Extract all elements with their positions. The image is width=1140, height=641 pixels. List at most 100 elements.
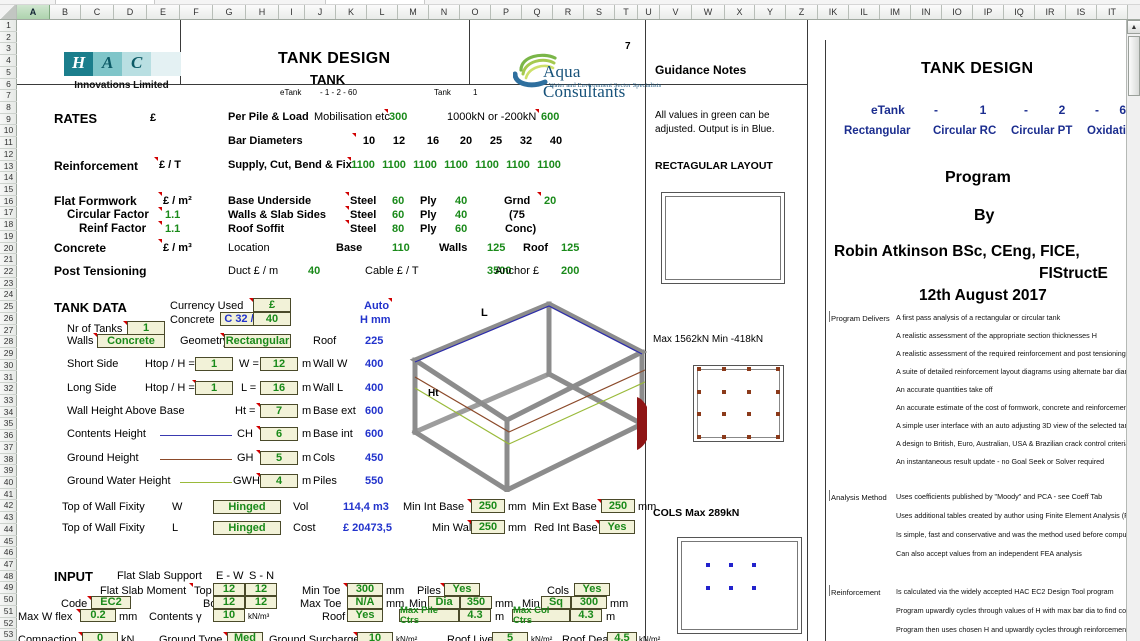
column-header-in[interactable]: IN	[911, 5, 942, 19]
row-header-49[interactable]: 49	[0, 582, 17, 595]
row-header-11[interactable]: 11	[0, 137, 17, 149]
row-header-26[interactable]: 26	[0, 313, 17, 325]
walls-input[interactable]: Concrete	[97, 334, 165, 348]
contents-y-input[interactable]: 10	[213, 609, 245, 622]
scroll-up-arrow-icon[interactable]: ▲	[1127, 20, 1140, 34]
roof-input[interactable]: Yes	[347, 609, 383, 622]
row-header-47[interactable]: 47	[0, 559, 17, 571]
column-header-z[interactable]: Z	[786, 5, 818, 19]
column-header-h[interactable]: H	[246, 5, 279, 19]
row-header-43[interactable]: 43	[0, 512, 17, 524]
ground-height-input[interactable]: 5	[260, 451, 298, 465]
roof-dead-input[interactable]: 4.5	[607, 632, 637, 641]
column-header-s[interactable]: S	[584, 5, 615, 19]
row-header-27[interactable]: 27	[0, 325, 17, 337]
cols-input[interactable]: Yes	[574, 583, 610, 596]
long-side-htop-input[interactable]: 1	[195, 381, 233, 395]
fixity-row1-input[interactable]: Hinged	[213, 500, 281, 514]
row-header-17[interactable]: 17	[0, 207, 17, 220]
row-header-38[interactable]: 38	[0, 454, 17, 466]
column-header-o[interactable]: O	[460, 5, 491, 19]
row-header-41[interactable]: 41	[0, 489, 17, 501]
max-col-ctrs-label-box[interactable]: Max Col Ctrs	[512, 606, 570, 625]
row-header-51[interactable]: 51	[0, 606, 17, 618]
column-header-w[interactable]: W	[692, 5, 725, 19]
scrollbar-thumb[interactable]	[1128, 36, 1140, 96]
max-w-flex-input[interactable]: 0.2	[80, 609, 116, 622]
min-wall-input[interactable]: 250	[471, 520, 505, 534]
column-header-r[interactable]: R	[553, 5, 584, 19]
row-header-13[interactable]: 13	[0, 161, 17, 173]
row-header-44[interactable]: 44	[0, 524, 17, 536]
red-int-base-input[interactable]: Yes	[599, 520, 635, 534]
row-header-25[interactable]: 25	[0, 301, 17, 313]
column-header-is[interactable]: IS	[1066, 5, 1097, 19]
column-header-v[interactable]: V	[660, 5, 692, 19]
contents-height-input[interactable]: 6	[260, 427, 298, 441]
row-header-53[interactable]: 53	[0, 629, 17, 641]
roof-live-input[interactable]: 5	[492, 632, 528, 641]
max-toe-input[interactable]: N/A	[347, 596, 383, 609]
fixity-row2-input[interactable]: Hinged	[213, 521, 281, 535]
column-header-k[interactable]: K	[336, 5, 367, 19]
row-header-33[interactable]: 33	[0, 395, 17, 407]
ground-type-input[interactable]: Med	[227, 632, 263, 641]
row-header-30[interactable]: 30	[0, 360, 17, 372]
wall-height-input[interactable]: 7	[260, 404, 298, 418]
row-header-36[interactable]: 36	[0, 430, 17, 442]
row-header-32[interactable]: 32	[0, 383, 17, 395]
row-header-7[interactable]: 7	[0, 90, 17, 102]
row-header-9[interactable]: 9	[0, 114, 17, 126]
column-header-c[interactable]: C	[81, 5, 114, 19]
max-pile-ctrs-label-box[interactable]: Max Pile Ctrs	[399, 606, 459, 625]
currency-used-input[interactable]: £	[253, 298, 291, 312]
long-side-l-input[interactable]: 16	[260, 381, 298, 395]
column-header-g[interactable]: G	[213, 5, 246, 19]
row-header-28[interactable]: 28	[0, 336, 17, 349]
row-header-42[interactable]: 42	[0, 500, 17, 513]
column-header-p[interactable]: P	[491, 5, 522, 19]
row-header-8[interactable]: 8	[0, 102, 17, 114]
vertical-scrollbar[interactable]: ▲	[1126, 20, 1140, 641]
row-header-29[interactable]: 29	[0, 348, 17, 360]
column-header-u[interactable]: U	[638, 5, 660, 19]
row-header-50[interactable]: 50	[0, 594, 17, 606]
min-toe-input[interactable]: 300	[347, 583, 383, 596]
geometry-input[interactable]: Rectangular	[224, 334, 291, 348]
top-sn-input[interactable]: 12	[245, 583, 277, 596]
column-header-ip[interactable]: IP	[973, 5, 1004, 19]
column-header-il[interactable]: IL	[849, 5, 880, 19]
min-int-base-input[interactable]: 250	[471, 499, 505, 513]
select-all-corner[interactable]	[0, 5, 17, 19]
row-header-6[interactable]: 6	[0, 79, 17, 91]
column-header-ik[interactable]: IK	[818, 5, 849, 19]
row-header-31[interactable]: 31	[0, 372, 17, 384]
row-header-37[interactable]: 37	[0, 442, 17, 454]
row-header-5[interactable]: 5	[0, 67, 17, 79]
row-header-40[interactable]: 40	[0, 477, 17, 489]
row-header-35[interactable]: 35	[0, 418, 17, 431]
column-header-j[interactable]: J	[305, 5, 336, 19]
column-header-i[interactable]: I	[279, 5, 305, 19]
bot-sn-input[interactable]: 12	[245, 596, 277, 609]
column-header-y[interactable]: Y	[755, 5, 786, 19]
dia-value-input[interactable]: 350	[460, 596, 492, 609]
row-header-4[interactable]: 4	[0, 55, 17, 67]
column-header-e[interactable]: E	[147, 5, 180, 19]
row-header-2[interactable]: 2	[0, 32, 17, 44]
row-header-19[interactable]: 19	[0, 231, 17, 243]
max-col-ctrs-input[interactable]: 4.3	[570, 609, 602, 622]
column-header-x[interactable]: X	[725, 5, 755, 19]
compaction-input[interactable]: 0	[82, 632, 118, 641]
row-header-10[interactable]: 10	[0, 125, 17, 138]
row-header-46[interactable]: 46	[0, 547, 17, 559]
sq-value-input[interactable]: 300	[571, 596, 607, 609]
row-header-1[interactable]: 1	[0, 20, 17, 32]
row-header-18[interactable]: 18	[0, 219, 17, 231]
column-header-it[interactable]: IT	[1097, 5, 1128, 19]
ground-surcharge-input[interactable]: 10	[357, 632, 393, 641]
column-header-n[interactable]: N	[429, 5, 460, 19]
row-header-16[interactable]: 16	[0, 196, 17, 208]
column-header-q[interactable]: Q	[522, 5, 553, 19]
top-ew-input[interactable]: 12	[213, 583, 245, 596]
